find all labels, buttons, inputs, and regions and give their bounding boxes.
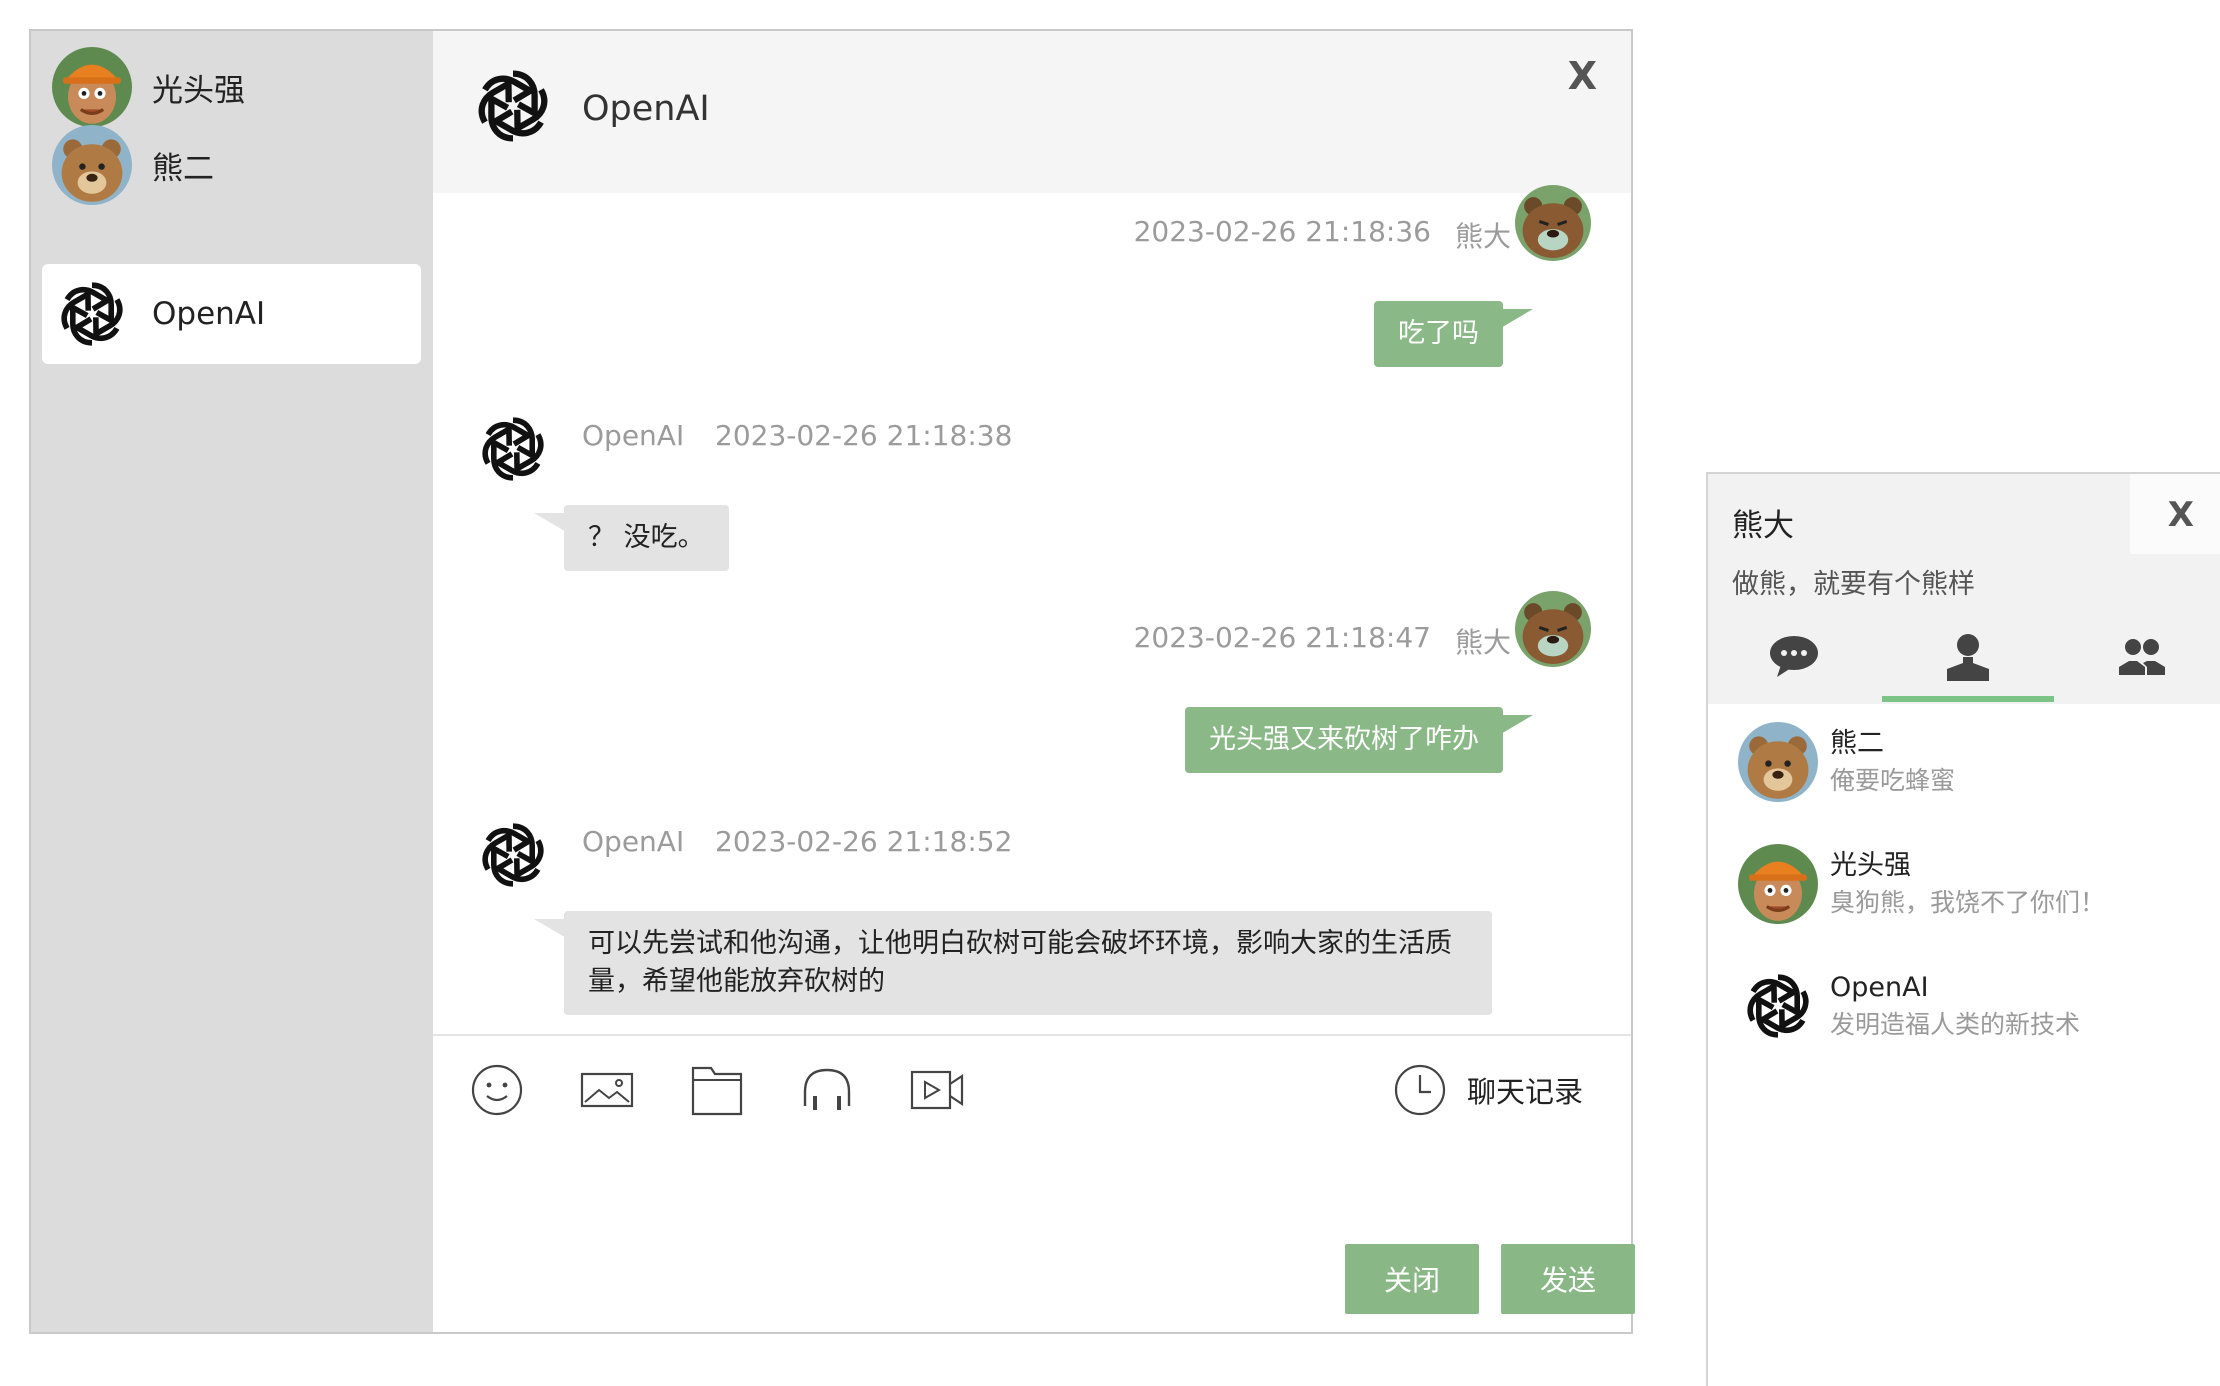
session-name: 熊二 [152, 150, 214, 187]
message-sender: 熊大 [1454, 626, 1511, 659]
message-time: 2023-02-26 21:18:52 [715, 825, 1013, 858]
message-time: 2023-02-26 21:18:38 [715, 419, 1013, 452]
message-bubble-outgoing: 吃了吗 [1374, 301, 1533, 367]
input-toolbar: 聊天记录 [433, 1046, 1631, 1136]
message-sender: OpenAI [582, 825, 685, 858]
chat-history-label: 聊天记录 [1466, 1075, 1583, 1109]
send-button[interactable]: 发送 [1501, 1244, 1635, 1314]
folder-icon[interactable] [689, 1062, 745, 1118]
message-time: 2023-02-26 21:18:36 [1133, 215, 1431, 248]
clock-icon [1394, 1064, 1446, 1116]
contact-name: 熊二 [1830, 728, 1884, 759]
message-bubble-incoming: ？ 没吃。 [534, 505, 729, 571]
bear-avatar-icon [1515, 185, 1591, 261]
contact-info: 光头强 臭狗熊，我饶不了你们！ [1830, 847, 2105, 921]
session-list: 光头强 熊二 OpenAI [31, 31, 433, 1332]
person-icon [1947, 634, 1989, 681]
tab-contacts[interactable] [1882, 616, 2054, 702]
conversation-title: OpenAI [582, 89, 710, 129]
message-time: 2023-02-26 21:18:47 [1133, 621, 1431, 654]
contact-info: OpenAI 发明造福人类的新技术 [1830, 969, 2080, 1043]
profile-signature: 做熊，就要有个熊样 [1732, 569, 1975, 600]
contact-name: 光头强 [1830, 850, 1911, 881]
tab-chats[interactable] [1708, 616, 1880, 696]
message-bubble-outgoing: 光头强又来砍树了咋办 [1185, 707, 1533, 773]
session-item-xionger[interactable]: 熊二 [42, 115, 421, 215]
message-sender: 熊大 [1454, 220, 1511, 253]
chat-bubble-icon [1770, 636, 1818, 677]
bear-avatar-icon [1738, 722, 1818, 802]
video-icon[interactable] [909, 1062, 965, 1118]
profile-panel: X 熊大 做熊，就要有个熊样 熊二 俺要吃蜂蜜 光头强 臭狗熊，我饶不了你们！ … [1706, 472, 2220, 1386]
profile-close-button[interactable]: X [2168, 498, 2194, 532]
openai-logo-icon [468, 61, 558, 151]
contact-item[interactable]: 熊二 俺要吃蜂蜜 [1738, 720, 2208, 804]
contact-info: 熊二 俺要吃蜂蜜 [1830, 725, 1955, 799]
contact-item[interactable]: OpenAI 发明造福人类的新技术 [1738, 964, 2208, 1048]
openai-logo-icon [1738, 966, 1818, 1046]
message-list: 2023-02-26 21:18:36 熊大 吃了吗 OpenAI 2023-0… [433, 193, 1631, 1063]
conversation-header: OpenAI X [433, 31, 1631, 193]
close-button[interactable]: 关闭 [1345, 1244, 1479, 1314]
openai-logo-icon [473, 815, 553, 895]
message-bubble-incoming: 可以先尝试和他沟通，让他明白砍树可能会破坏环境，影响大家的生活质量，希望他能放弃… [534, 911, 1492, 1015]
headphones-icon[interactable] [799, 1062, 855, 1118]
group-icon [2119, 639, 2165, 675]
input-divider [433, 1034, 1631, 1036]
profile-name: 熊大 [1732, 508, 1794, 544]
image-icon[interactable] [579, 1062, 635, 1118]
bear-avatar-icon [52, 125, 132, 205]
contact-signature: 俺要吃蜂蜜 [1830, 766, 1956, 795]
contact-signature: 发明造福人类的新技术 [1830, 1010, 2081, 1039]
profile-header: X 熊大 做熊，就要有个熊样 [1708, 474, 2220, 704]
session-item-openai[interactable]: OpenAI [42, 264, 421, 364]
emoji-icon[interactable] [469, 1062, 525, 1118]
message-sender: OpenAI [582, 419, 685, 452]
logger-avatar-icon [1738, 844, 1818, 924]
openai-logo-icon [52, 274, 132, 354]
session-name: OpenAI [152, 296, 266, 332]
chat-history-button[interactable]: 聊天记录 [1393, 1062, 1583, 1118]
tab-groups[interactable] [2056, 616, 2220, 696]
bear-avatar-icon [1515, 591, 1591, 667]
conversation-panel: OpenAI X 2023-02-26 21:18:36 熊大 吃了吗 Open… [433, 31, 1635, 1332]
contact-signature: 臭狗熊，我饶不了你们！ [1830, 888, 2106, 917]
close-window-button[interactable]: X [1568, 57, 1597, 95]
session-name: 光头强 [152, 72, 245, 109]
openai-logo-icon [473, 409, 553, 489]
contact-name: OpenAI [1830, 972, 1929, 1003]
contact-item[interactable]: 光头强 臭狗熊，我饶不了你们！ [1738, 842, 2208, 926]
chat-window: 光头强 熊二 OpenAI OpenAI X 2023-02-26 21:18:… [29, 29, 1635, 1334]
